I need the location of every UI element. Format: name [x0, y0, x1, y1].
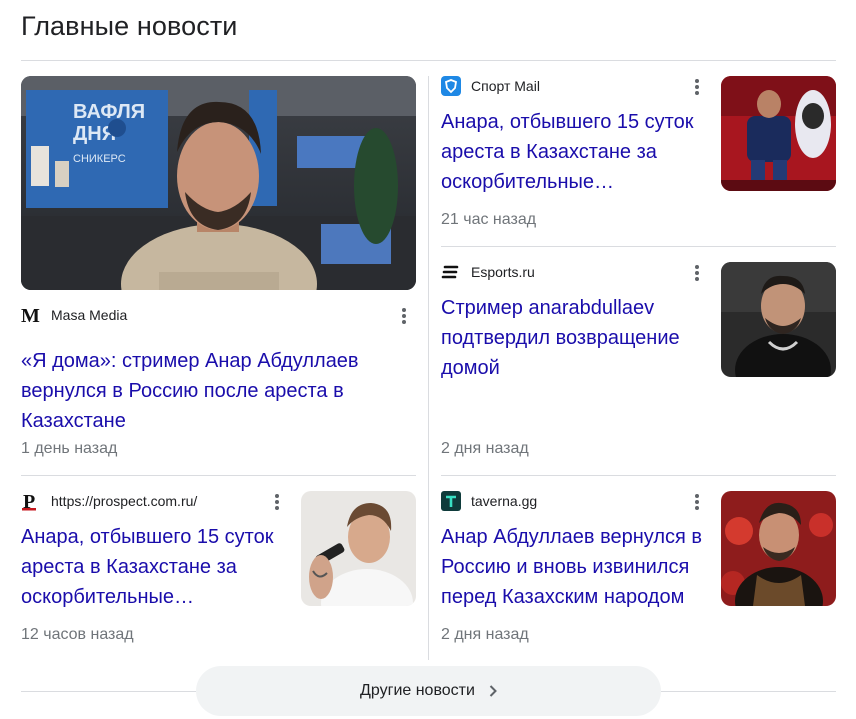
article-2-more-options-icon[interactable]	[686, 262, 708, 284]
article-4-source-name: taverna.gg	[471, 493, 538, 509]
row-divider-right-2	[441, 475, 836, 476]
article-2-headline-link[interactable]: Стример anarabdullaev подтвердил возвращ…	[441, 293, 711, 383]
featured-source-name: Masa Media	[51, 307, 128, 323]
featured-image-sign-3: СНИКЕРС	[73, 153, 126, 165]
row-divider-left	[21, 475, 416, 476]
article-3-source: P https://prospect.com.ru/	[21, 490, 291, 512]
article-1-more-options-icon[interactable]	[686, 76, 708, 98]
header-divider	[21, 60, 836, 61]
article-card-4: taverna.gg Анар Абдуллаев вернулся в Рос…	[441, 490, 711, 612]
article-2-source: Esports.ru	[441, 261, 711, 283]
featured-image-sign-1: ВАФЛЯ	[73, 101, 145, 123]
esports-logo-icon	[441, 262, 461, 282]
svg-text:M: M	[21, 305, 40, 325]
masa-media-logo-icon: M	[21, 305, 41, 325]
article-1-source: Спорт Mail	[441, 75, 711, 97]
article-3-thumbnail[interactable]	[301, 491, 416, 606]
article-1-thumbnail[interactable]	[721, 76, 836, 191]
section-title: Главные новости	[21, 11, 238, 41]
taverna-logo-icon	[441, 491, 461, 511]
article-1-time: 21 час назад	[441, 211, 537, 228]
featured-time: 1 день назад	[21, 440, 118, 457]
article-card-1: Спорт Mail Анара, отбывшего 15 суток аре…	[441, 75, 711, 197]
article-3-more-options-icon[interactable]	[266, 491, 288, 513]
article-4-time: 2 дня назад	[441, 626, 529, 643]
article-3-source-name: https://prospect.com.ru/	[51, 493, 198, 509]
article-card-2: Esports.ru Стример anarabdullaev подтвер…	[441, 261, 711, 383]
article-4-headline-link[interactable]: Анар Абдуллаев вернулся в Россию и вновь…	[441, 522, 711, 612]
more-divider-right	[661, 691, 836, 692]
sport-mail-logo-icon	[441, 76, 461, 96]
more-news-label: Другие новости	[360, 682, 475, 699]
prospect-logo-icon: P	[21, 491, 41, 511]
article-2-time: 2 дня назад	[441, 440, 529, 457]
article-2-thumbnail[interactable]	[721, 262, 836, 377]
featured-headline-link[interactable]: «Я дома»: стример Анар Абдуллаев вернулс…	[21, 346, 416, 436]
featured-source: M Masa Media	[21, 304, 416, 326]
article-2-source-name: Esports.ru	[471, 264, 535, 280]
article-4-thumbnail[interactable]	[721, 491, 836, 606]
article-3-headline-link[interactable]: Анара, отбывшего 15 суток ареста в Казах…	[21, 522, 291, 612]
article-card-3: P https://prospect.com.ru/ Анара, отбывш…	[21, 490, 291, 612]
column-divider	[428, 76, 429, 660]
featured-image[interactable]: ВАФЛЯ ДНЯ СНИКЕРС	[21, 76, 416, 290]
article-1-headline-link[interactable]: Анара, отбывшего 15 суток ареста в Казах…	[441, 107, 711, 197]
row-divider-right-1	[441, 246, 836, 247]
article-3-time: 12 часов назад	[21, 626, 134, 643]
article-4-source: taverna.gg	[441, 490, 711, 512]
featured-card: M Masa Media «Я дома»: стример Анар Абду…	[21, 304, 416, 436]
more-news-button[interactable]: Другие новости	[196, 666, 661, 716]
featured-more-options-icon[interactable]	[393, 305, 415, 327]
chevron-right-icon	[489, 685, 497, 697]
article-4-more-options-icon[interactable]	[686, 491, 708, 513]
more-divider-left	[21, 691, 196, 692]
article-1-source-name: Спорт Mail	[471, 78, 540, 94]
